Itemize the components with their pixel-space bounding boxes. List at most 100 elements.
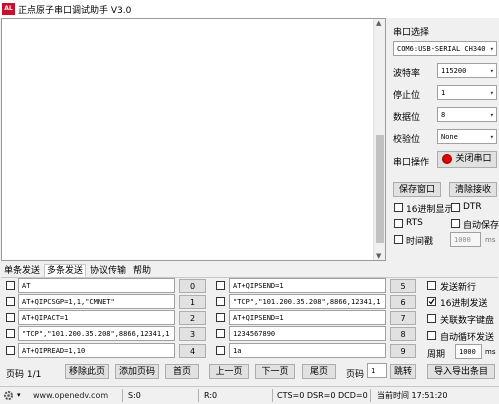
send-row-button[interactable]: 6 <box>390 295 416 309</box>
receive-scrollbar[interactable]: ▲ ▼ <box>373 19 385 260</box>
send-row-button[interactable]: 0 <box>179 279 206 293</box>
row-checkbox[interactable] <box>6 281 15 290</box>
jump-button[interactable]: 跳转 <box>390 364 416 379</box>
send-row-input[interactable]: 1234567890 <box>229 326 386 341</box>
remove-page-button[interactable]: 移除此页 <box>65 364 109 379</box>
row-checkbox[interactable] <box>216 281 225 290</box>
receive-textarea[interactable] <box>1 18 386 261</box>
scroll-thumb[interactable] <box>376 135 384 243</box>
import-export-button[interactable]: 导入导出条目 <box>427 364 495 379</box>
row-checkbox[interactable] <box>6 346 15 355</box>
first-page-button[interactable]: 首页 <box>165 364 199 379</box>
row-checkbox[interactable] <box>6 313 15 322</box>
dtr-label: DTR <box>463 202 482 212</box>
tab-help[interactable]: 帮助 <box>131 265 153 277</box>
hex-send-checkbox[interactable] <box>427 297 436 306</box>
auto-save-label: 自动保存 <box>463 221 499 231</box>
send-row-input[interactable]: 1a <box>229 343 386 358</box>
timestamp-checkbox[interactable] <box>394 235 403 244</box>
scroll-down-icon[interactable]: ▼ <box>376 252 381 260</box>
send-newline-label: 发送新行 <box>440 283 477 293</box>
add-page-button[interactable]: 添加页码 <box>115 364 159 379</box>
gear-icon[interactable] <box>3 390 14 404</box>
port-select[interactable]: COM6:USB-SERIAL CH340 ▾ <box>393 41 497 56</box>
send-row-input[interactable]: AT <box>18 278 175 293</box>
received-count: R:0 <box>204 391 218 400</box>
page-jump-label: 页码 <box>346 370 365 380</box>
current-time: 当前时间 17:51:20 <box>377 391 448 400</box>
period-ms-label: ms <box>485 348 496 356</box>
period-label: 周期 <box>427 350 446 360</box>
row-checkbox[interactable] <box>6 297 15 306</box>
send-row-input[interactable]: "TCP","101.200.35.208",8866,12341,1 <box>18 326 175 341</box>
send-row-button[interactable]: 3 <box>179 327 206 341</box>
send-row-input[interactable]: "TCP","101.200.35.208",8866,12341,1 <box>229 294 386 309</box>
rts-label: RTS <box>406 218 423 228</box>
send-row-input[interactable]: AT+QIPREAD=1,10 <box>18 343 175 358</box>
next-page-button[interactable]: 下一页 <box>255 364 295 379</box>
close-port-button[interactable]: 关闭串口 <box>437 151 497 168</box>
parity-label: 校验位 <box>393 135 421 145</box>
chevron-down-icon: ▾ <box>489 89 494 97</box>
dropdown-arrow-icon[interactable]: ▾ <box>17 387 21 404</box>
checkmark-icon <box>428 298 435 305</box>
status-bar: ▾ www.openedv.com S:0 R:0 CTS=0 DSR=0 DC… <box>0 386 499 403</box>
period-input[interactable]: 1000 <box>455 344 482 359</box>
link-keyboard-label: 关联数字键盘 <box>440 316 495 326</box>
rts-checkbox[interactable] <box>394 219 403 228</box>
chevron-down-icon: ▾ <box>489 111 494 119</box>
send-row-button[interactable]: 4 <box>179 344 206 358</box>
send-row-button[interactable]: 8 <box>390 327 416 341</box>
timestamp-label: 时间戳 <box>406 237 434 247</box>
send-row-button[interactable]: 7 <box>390 311 416 325</box>
tab-protocol[interactable]: 协议传输 <box>88 265 128 277</box>
stop-bits-select[interactable]: 1 ▾ <box>437 85 497 100</box>
link-keyboard-checkbox[interactable] <box>427 314 436 323</box>
send-row-button[interactable]: 9 <box>390 344 416 358</box>
last-page-button[interactable]: 尾页 <box>302 364 336 379</box>
status-led-icon <box>442 153 453 164</box>
chevron-down-icon: ▾ <box>489 67 494 75</box>
row-checkbox[interactable] <box>6 329 15 338</box>
send-row-input[interactable]: AT+QIPCSGP=1,1,"CMNET" <box>18 294 175 309</box>
serial-section-title: 串口选择 <box>393 28 430 38</box>
line-signals: CTS=0 DSR=0 DCD=0 <box>277 391 368 400</box>
tab-single-send[interactable]: 单条发送 <box>2 265 42 277</box>
send-row-button[interactable]: 2 <box>179 311 206 325</box>
timestamp-input[interactable]: 1000 <box>450 232 481 247</box>
baud-label: 波特率 <box>393 69 421 79</box>
send-row-button[interactable]: 1 <box>179 295 206 309</box>
send-row-input[interactable]: AT+QIPACT=1 <box>18 310 175 325</box>
page-jump-input[interactable]: 1 <box>367 363 387 378</box>
title-bar: AL 正点原子串口调试助手 V3.0 <box>0 0 499 18</box>
app-logo-icon: AL <box>2 3 15 15</box>
hex-display-checkbox[interactable] <box>394 203 403 212</box>
website-link[interactable]: www.openedv.com <box>33 387 108 404</box>
status-divider <box>122 389 123 402</box>
row-checkbox[interactable] <box>216 346 225 355</box>
baud-select[interactable]: 115200 ▾ <box>437 63 497 78</box>
row-checkbox[interactable] <box>216 313 225 322</box>
save-window-button[interactable]: 保存窗口 <box>393 182 441 197</box>
send-newline-checkbox[interactable] <box>427 281 436 290</box>
dtr-checkbox[interactable] <box>451 203 460 212</box>
status-divider <box>272 389 273 402</box>
scroll-up-icon[interactable]: ▲ <box>376 19 381 27</box>
parity-select[interactable]: None ▾ <box>437 129 497 144</box>
row-checkbox[interactable] <box>216 329 225 338</box>
data-bits-select[interactable]: 8 ▾ <box>437 107 497 122</box>
timestamp-ms-label: ms <box>485 236 496 244</box>
send-row-input[interactable]: AT+QIPSEND=1 <box>229 278 386 293</box>
send-row-button[interactable]: 5 <box>390 279 416 293</box>
clear-receive-button[interactable]: 清除接收 <box>449 182 497 197</box>
prev-page-button[interactable]: 上一页 <box>209 364 249 379</box>
tab-multi-send[interactable]: 多条发送 <box>44 264 87 278</box>
row-checkbox[interactable] <box>216 297 225 306</box>
data-bits-label: 数据位 <box>393 113 421 123</box>
auto-save-checkbox[interactable] <box>451 219 460 228</box>
send-row-input[interactable]: AT+QIPSEND=1 <box>229 310 386 325</box>
hex-send-label: 16进制发送 <box>440 299 488 309</box>
auto-loop-checkbox[interactable] <box>427 331 436 340</box>
chevron-down-icon: ▾ <box>489 45 494 53</box>
hex-display-label: 16进制显示 <box>406 205 454 215</box>
